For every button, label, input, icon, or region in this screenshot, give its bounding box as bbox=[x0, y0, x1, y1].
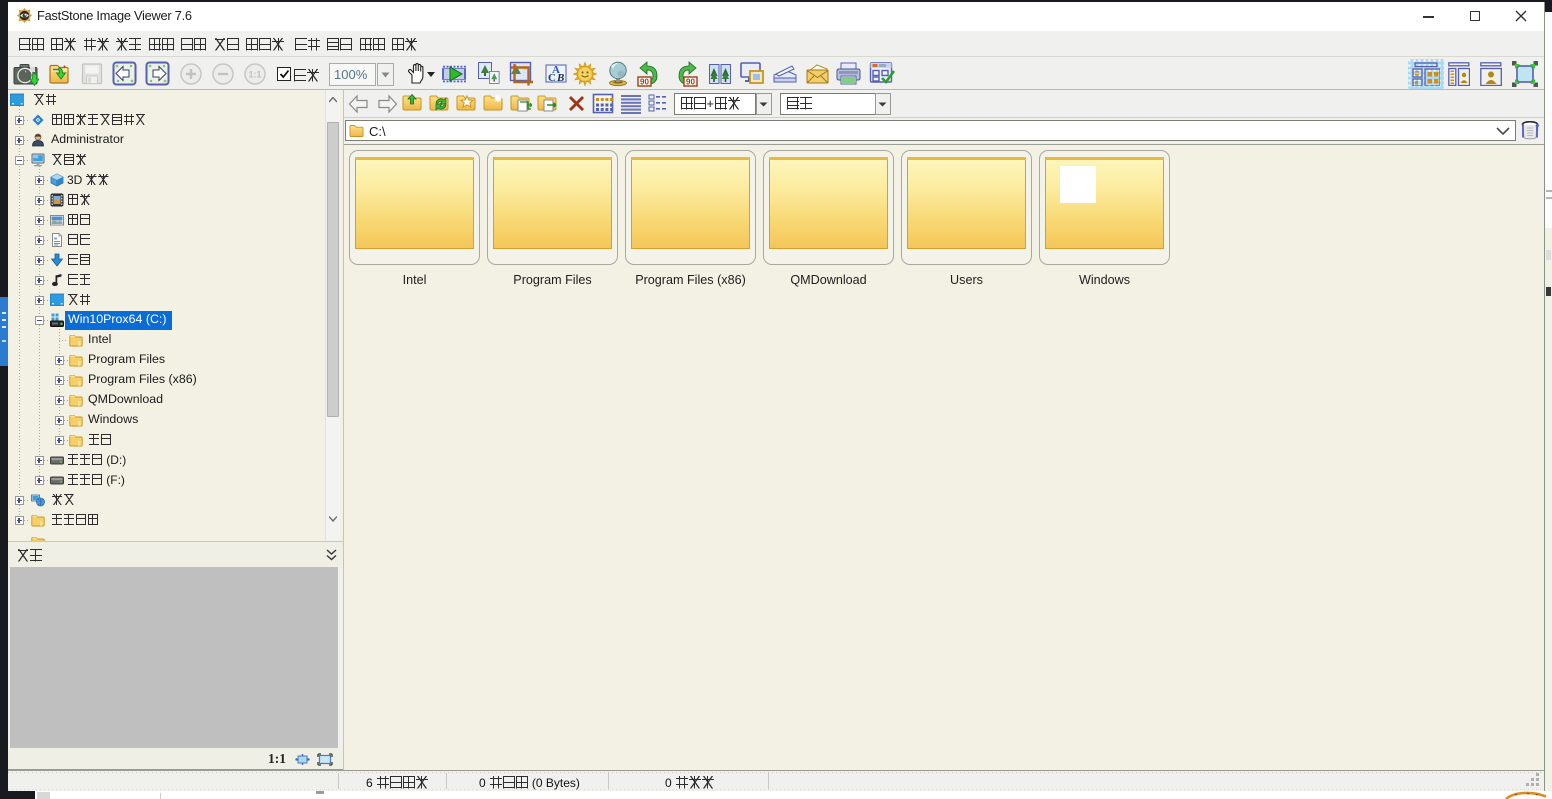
svg-text:C: C bbox=[548, 72, 556, 84]
svg-text:90: 90 bbox=[686, 78, 695, 87]
svg-text:B: B bbox=[556, 72, 564, 84]
svg-text:1:1: 1:1 bbox=[248, 70, 261, 80]
svg-text:90: 90 bbox=[640, 78, 649, 87]
